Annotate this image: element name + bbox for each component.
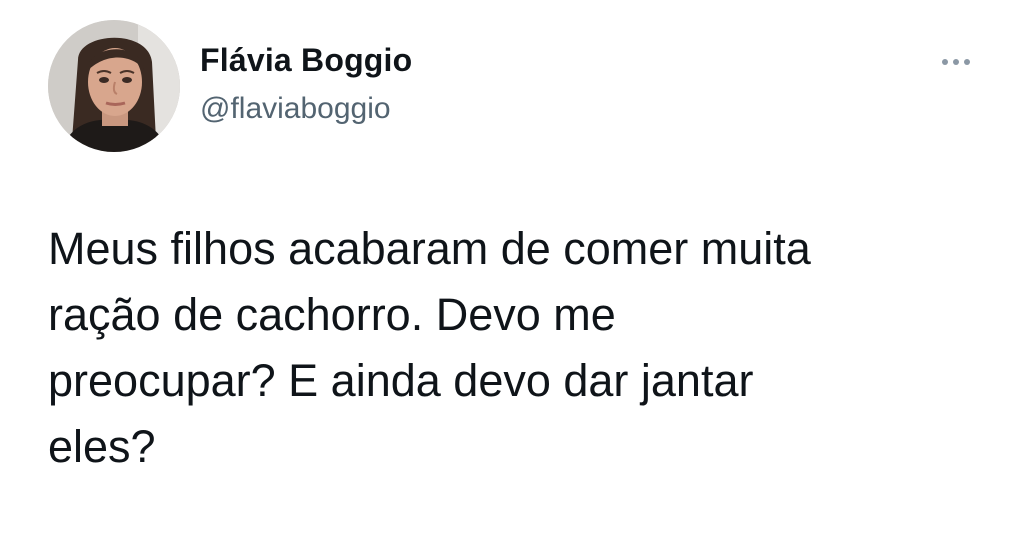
profile-photo-icon bbox=[48, 20, 180, 152]
tweet-text-line: ração de cachorro. Devo me bbox=[48, 289, 616, 340]
more-options-button[interactable] bbox=[928, 44, 984, 80]
tweet-text-line: eles? bbox=[48, 421, 156, 472]
tweet-text-line: preocupar? E ainda devo dar jantar bbox=[48, 355, 754, 406]
author-avatar[interactable] bbox=[48, 20, 180, 152]
more-horizontal-icon bbox=[942, 59, 970, 65]
tweet-card: Flávia Boggio @flaviaboggio Meus filhos … bbox=[0, 0, 1024, 542]
author-name[interactable]: Flávia Boggio bbox=[200, 42, 412, 79]
tweet-text-line: Meus filhos acabaram de comer muita bbox=[48, 223, 811, 274]
tweet-text: Meus filhos acabaram de comer muita raçã… bbox=[48, 216, 988, 480]
author-handle[interactable]: @flaviaboggio bbox=[200, 92, 391, 126]
